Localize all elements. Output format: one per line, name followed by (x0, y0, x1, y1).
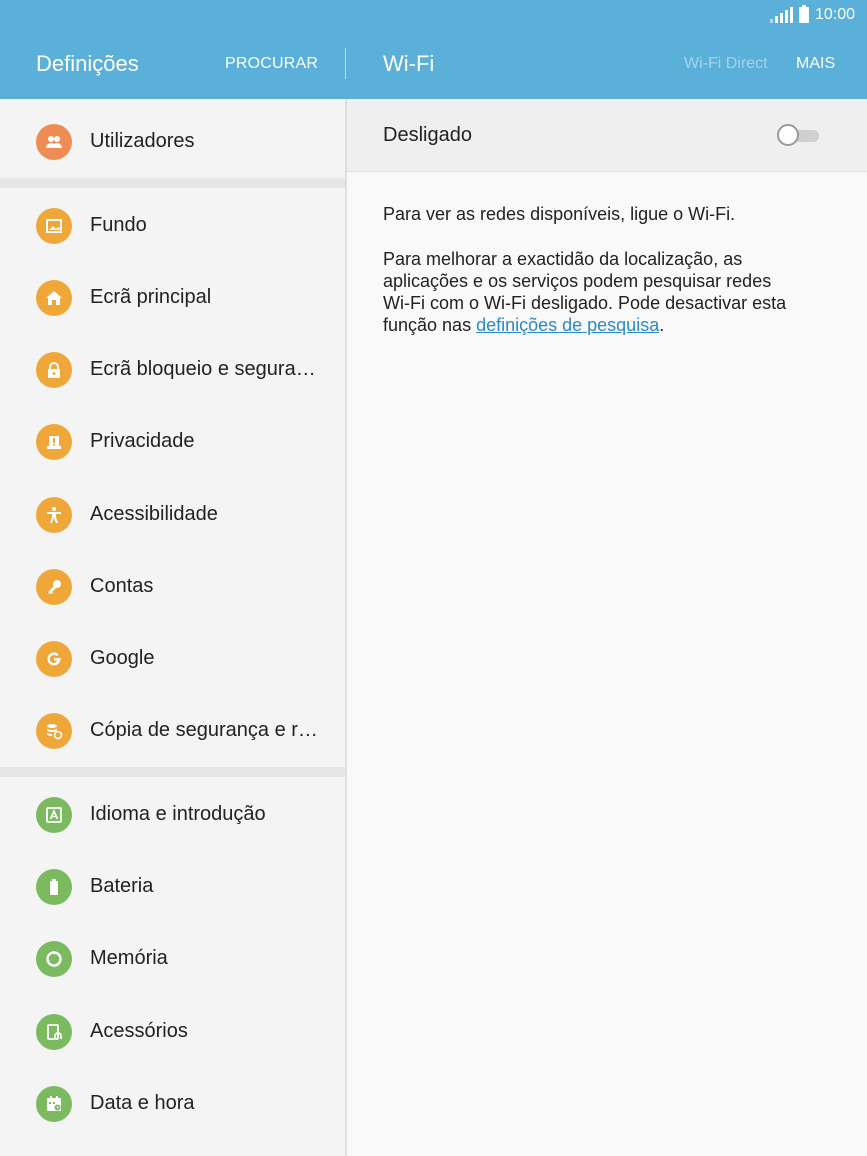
scan-info-line: aplicações e os serviços podem pesquisar… (383, 271, 772, 291)
battery-icon (36, 869, 72, 905)
language-icon (36, 797, 72, 833)
memory-icon (36, 941, 72, 977)
lock-icon (36, 352, 72, 388)
sidebar-item-label: Google (90, 647, 155, 669)
sidebar-item-label: Bateria (90, 875, 154, 897)
scan-info-line: Para melhorar a exactidão da localização… (383, 249, 743, 269)
sidebar-item-label: Data e hora (90, 1092, 195, 1114)
google-icon (36, 641, 72, 677)
sidebar-item-date-time[interactable]: Data e hora (0, 1068, 345, 1140)
sidebar-item-label: Cópia de segurança e r… (90, 719, 318, 741)
wifi-direct-button[interactable]: Wi-Fi Direct (684, 55, 768, 73)
sidebar-item-label: Acessórios (90, 1020, 188, 1042)
app-bar: Definições PROCURAR Wi-Fi Wi-Fi Direct M… (0, 30, 867, 99)
switch-thumb (777, 124, 799, 146)
accessories-icon (36, 1014, 72, 1050)
key-icon (36, 569, 72, 605)
sidebar-item-label: Privacidade (90, 430, 195, 452)
more-button[interactable]: MAIS (796, 55, 835, 73)
privacy-icon (36, 424, 72, 460)
home-icon (36, 280, 72, 316)
sidebar-item-accessories[interactable]: Acessórios (0, 996, 345, 1068)
page-title: Wi-Fi (383, 51, 435, 76)
wifi-toggle-switch[interactable] (777, 124, 819, 146)
sidebar-item-home-screen[interactable]: Ecrã principal (0, 262, 345, 334)
sidebar-item-language[interactable]: Idioma e introdução (0, 779, 345, 851)
sidebar-item-wallpaper[interactable]: Fundo (0, 190, 345, 262)
sidebar-item-lock-screen[interactable]: Ecrã bloqueio e segura… (0, 334, 345, 406)
backup-icon (36, 713, 72, 749)
app-bar-divider (345, 48, 346, 79)
scan-info-paragraph: Para melhorar a exactidão da localização… (383, 248, 843, 336)
wifi-toggle-row[interactable]: Desligado (347, 99, 867, 172)
sidebar-item-accounts[interactable]: Contas (0, 551, 345, 623)
status-bar: 10:00 (0, 0, 867, 30)
sidebar-item-google[interactable]: Google (0, 623, 345, 695)
section-divider (0, 767, 345, 777)
scan-info-line: Wi-Fi com o Wi-Fi desligado. Pode desact… (383, 293, 787, 313)
scan-info-line: função nas definições de pesquisa. (383, 314, 843, 336)
wallpaper-icon (36, 208, 72, 244)
accessibility-icon (36, 497, 72, 533)
signal-icon (769, 7, 793, 23)
scan-info-suffix: . (659, 315, 665, 335)
settings-title: Definições (36, 51, 139, 76)
wifi-off-message: Para ver as redes disponíveis, ligue o W… (383, 204, 736, 224)
battery-status-icon (798, 5, 809, 23)
scan-settings-link[interactable]: definições de pesquisa (476, 315, 659, 335)
wifi-status-label: Desligado (383, 124, 472, 146)
sidebar-item-label: Fundo (90, 214, 147, 236)
sidebar-item-privacy[interactable]: Privacidade (0, 406, 345, 478)
sidebar-item-label: Contas (90, 575, 154, 597)
scan-info-prefix: função nas (383, 315, 477, 335)
sidebar-item-label: Acessibilidade (90, 503, 218, 525)
status-time: 10:00 (814, 6, 855, 23)
section-divider (0, 178, 345, 188)
settings-sidebar: Utilizadores Fundo Ecrã principal Ecrã b… (0, 99, 345, 1156)
sidebar-item-label: Idioma e introdução (90, 803, 266, 825)
wifi-content-pane: Desligado Para ver as redes disponíveis,… (347, 99, 867, 1156)
calendar-icon (36, 1086, 72, 1122)
search-button[interactable]: PROCURAR (225, 55, 318, 73)
status-icons: 10:00 (769, 5, 855, 24)
sidebar-item-label: Memória (90, 947, 168, 969)
sidebar-item-label: Utilizadores (90, 130, 195, 152)
sidebar-item-users[interactable]: Utilizadores (0, 106, 345, 178)
users-icon (36, 124, 72, 160)
sidebar-item-accessibility[interactable]: Acessibilidade (0, 479, 345, 551)
sidebar-item-label: Ecrã principal (90, 286, 212, 308)
sidebar-item-label: Ecrã bloqueio e segura… (90, 358, 316, 380)
sidebar-item-backup[interactable]: Cópia de segurança e r… (0, 695, 345, 767)
sidebar-item-memory[interactable]: Memória (0, 923, 345, 995)
sidebar-item-battery[interactable]: Bateria (0, 851, 345, 923)
